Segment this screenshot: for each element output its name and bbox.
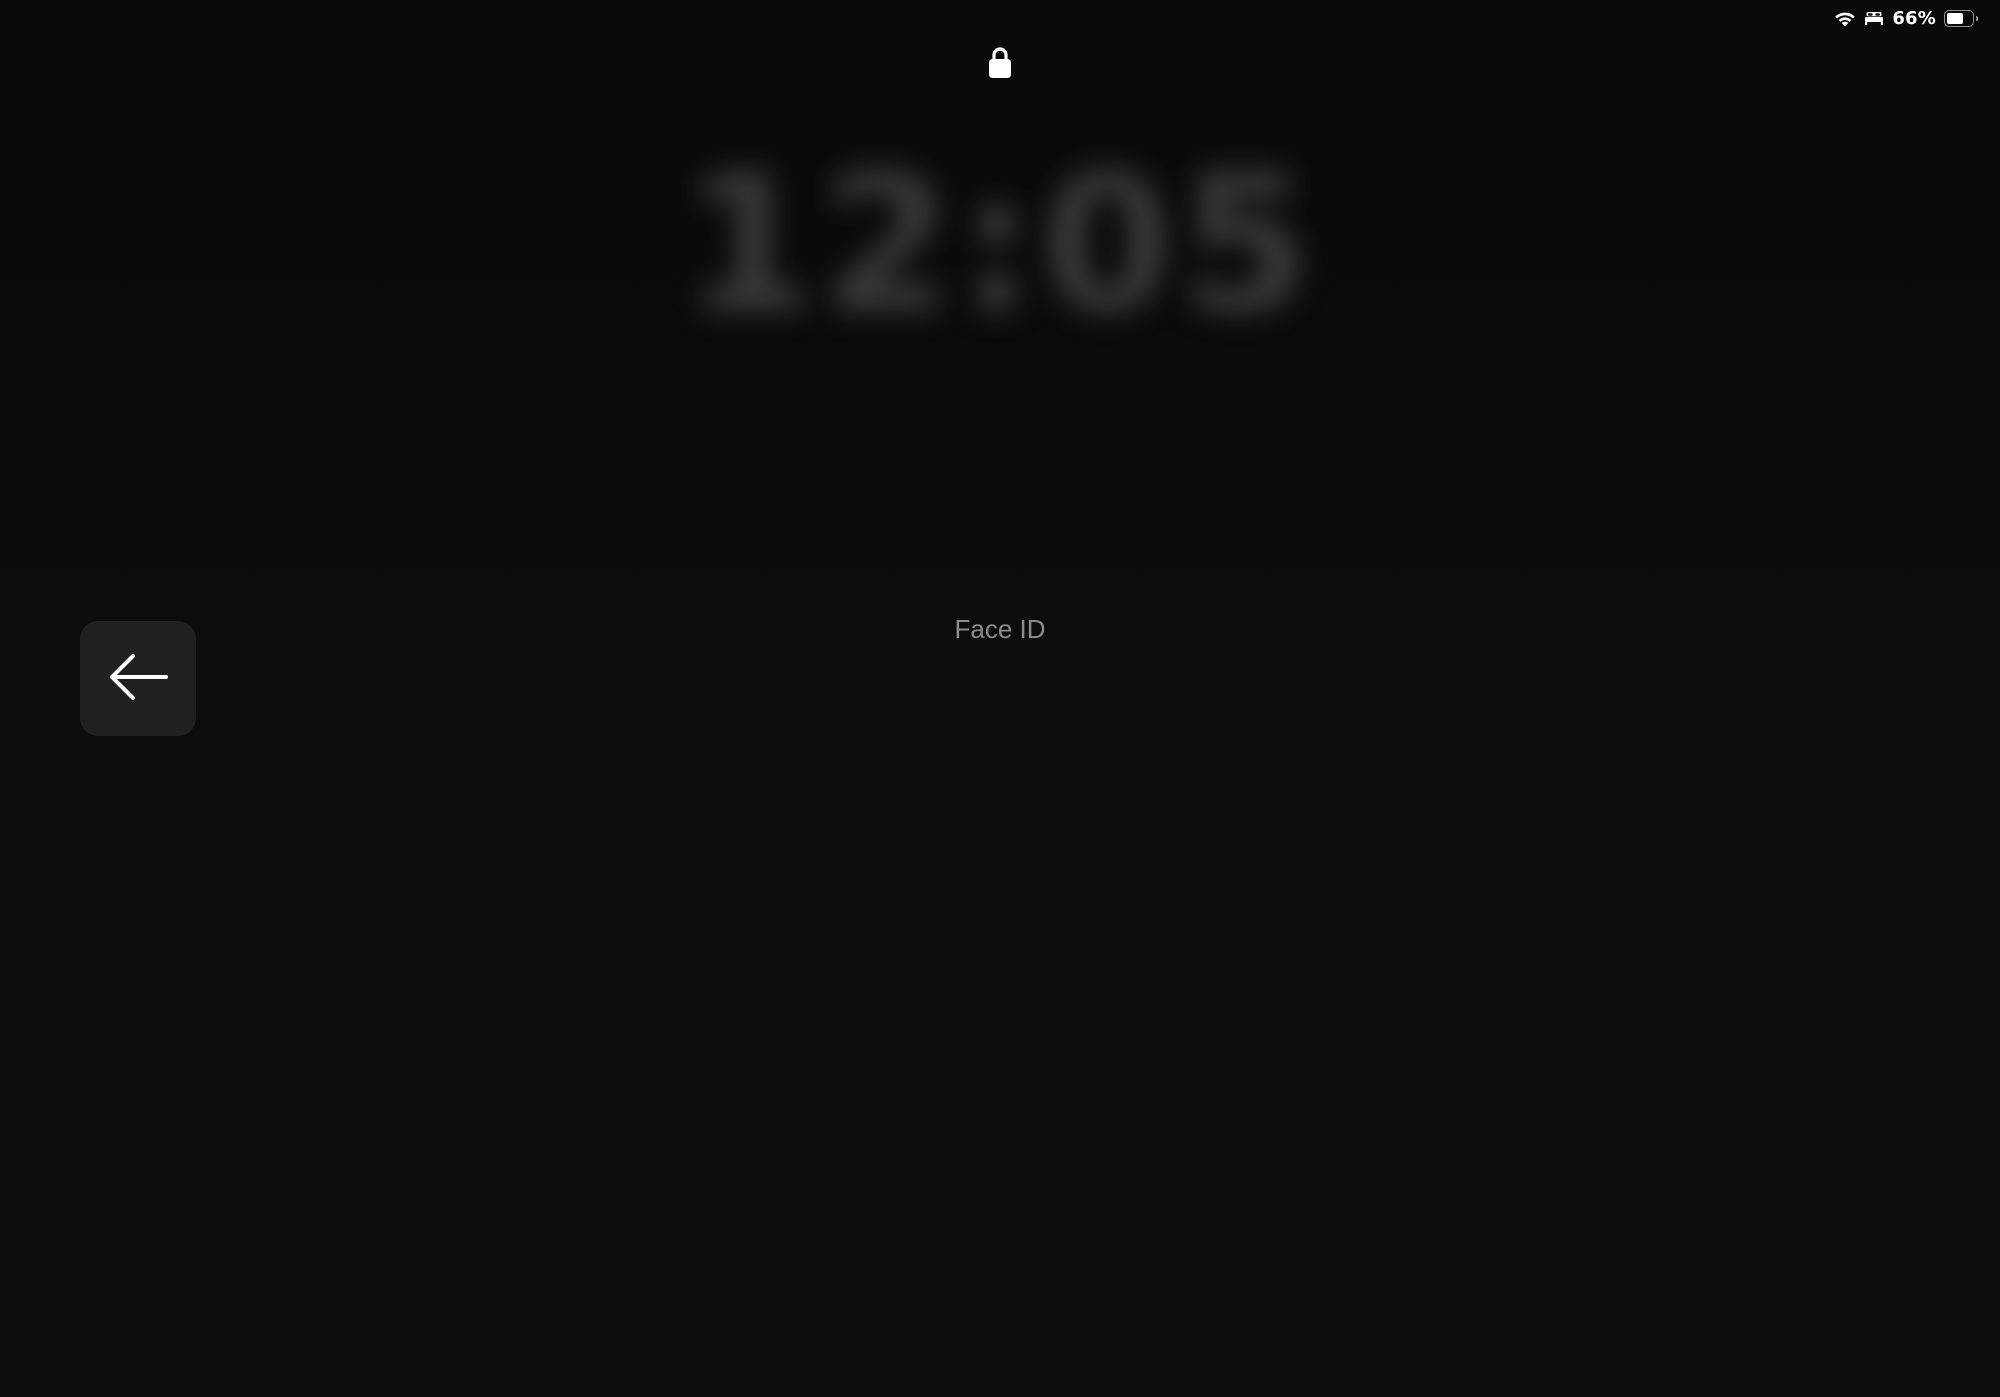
clock: 12:05 (682, 134, 1318, 355)
lock-screen: 66% 12:05 Face ID (0, 0, 2000, 1397)
back-button[interactable] (80, 621, 196, 736)
lock-icon (988, 46, 1012, 80)
bed-icon (1864, 10, 1884, 26)
arrow-left-icon (106, 651, 170, 707)
wifi-icon (1834, 10, 1856, 27)
battery-percentage: 66% (1892, 7, 1936, 29)
face-id-label: Face ID (954, 614, 1046, 644)
status-bar: 66% (1834, 6, 1978, 30)
battery-icon (1944, 9, 1978, 27)
battery-level-fill (1947, 12, 1963, 24)
